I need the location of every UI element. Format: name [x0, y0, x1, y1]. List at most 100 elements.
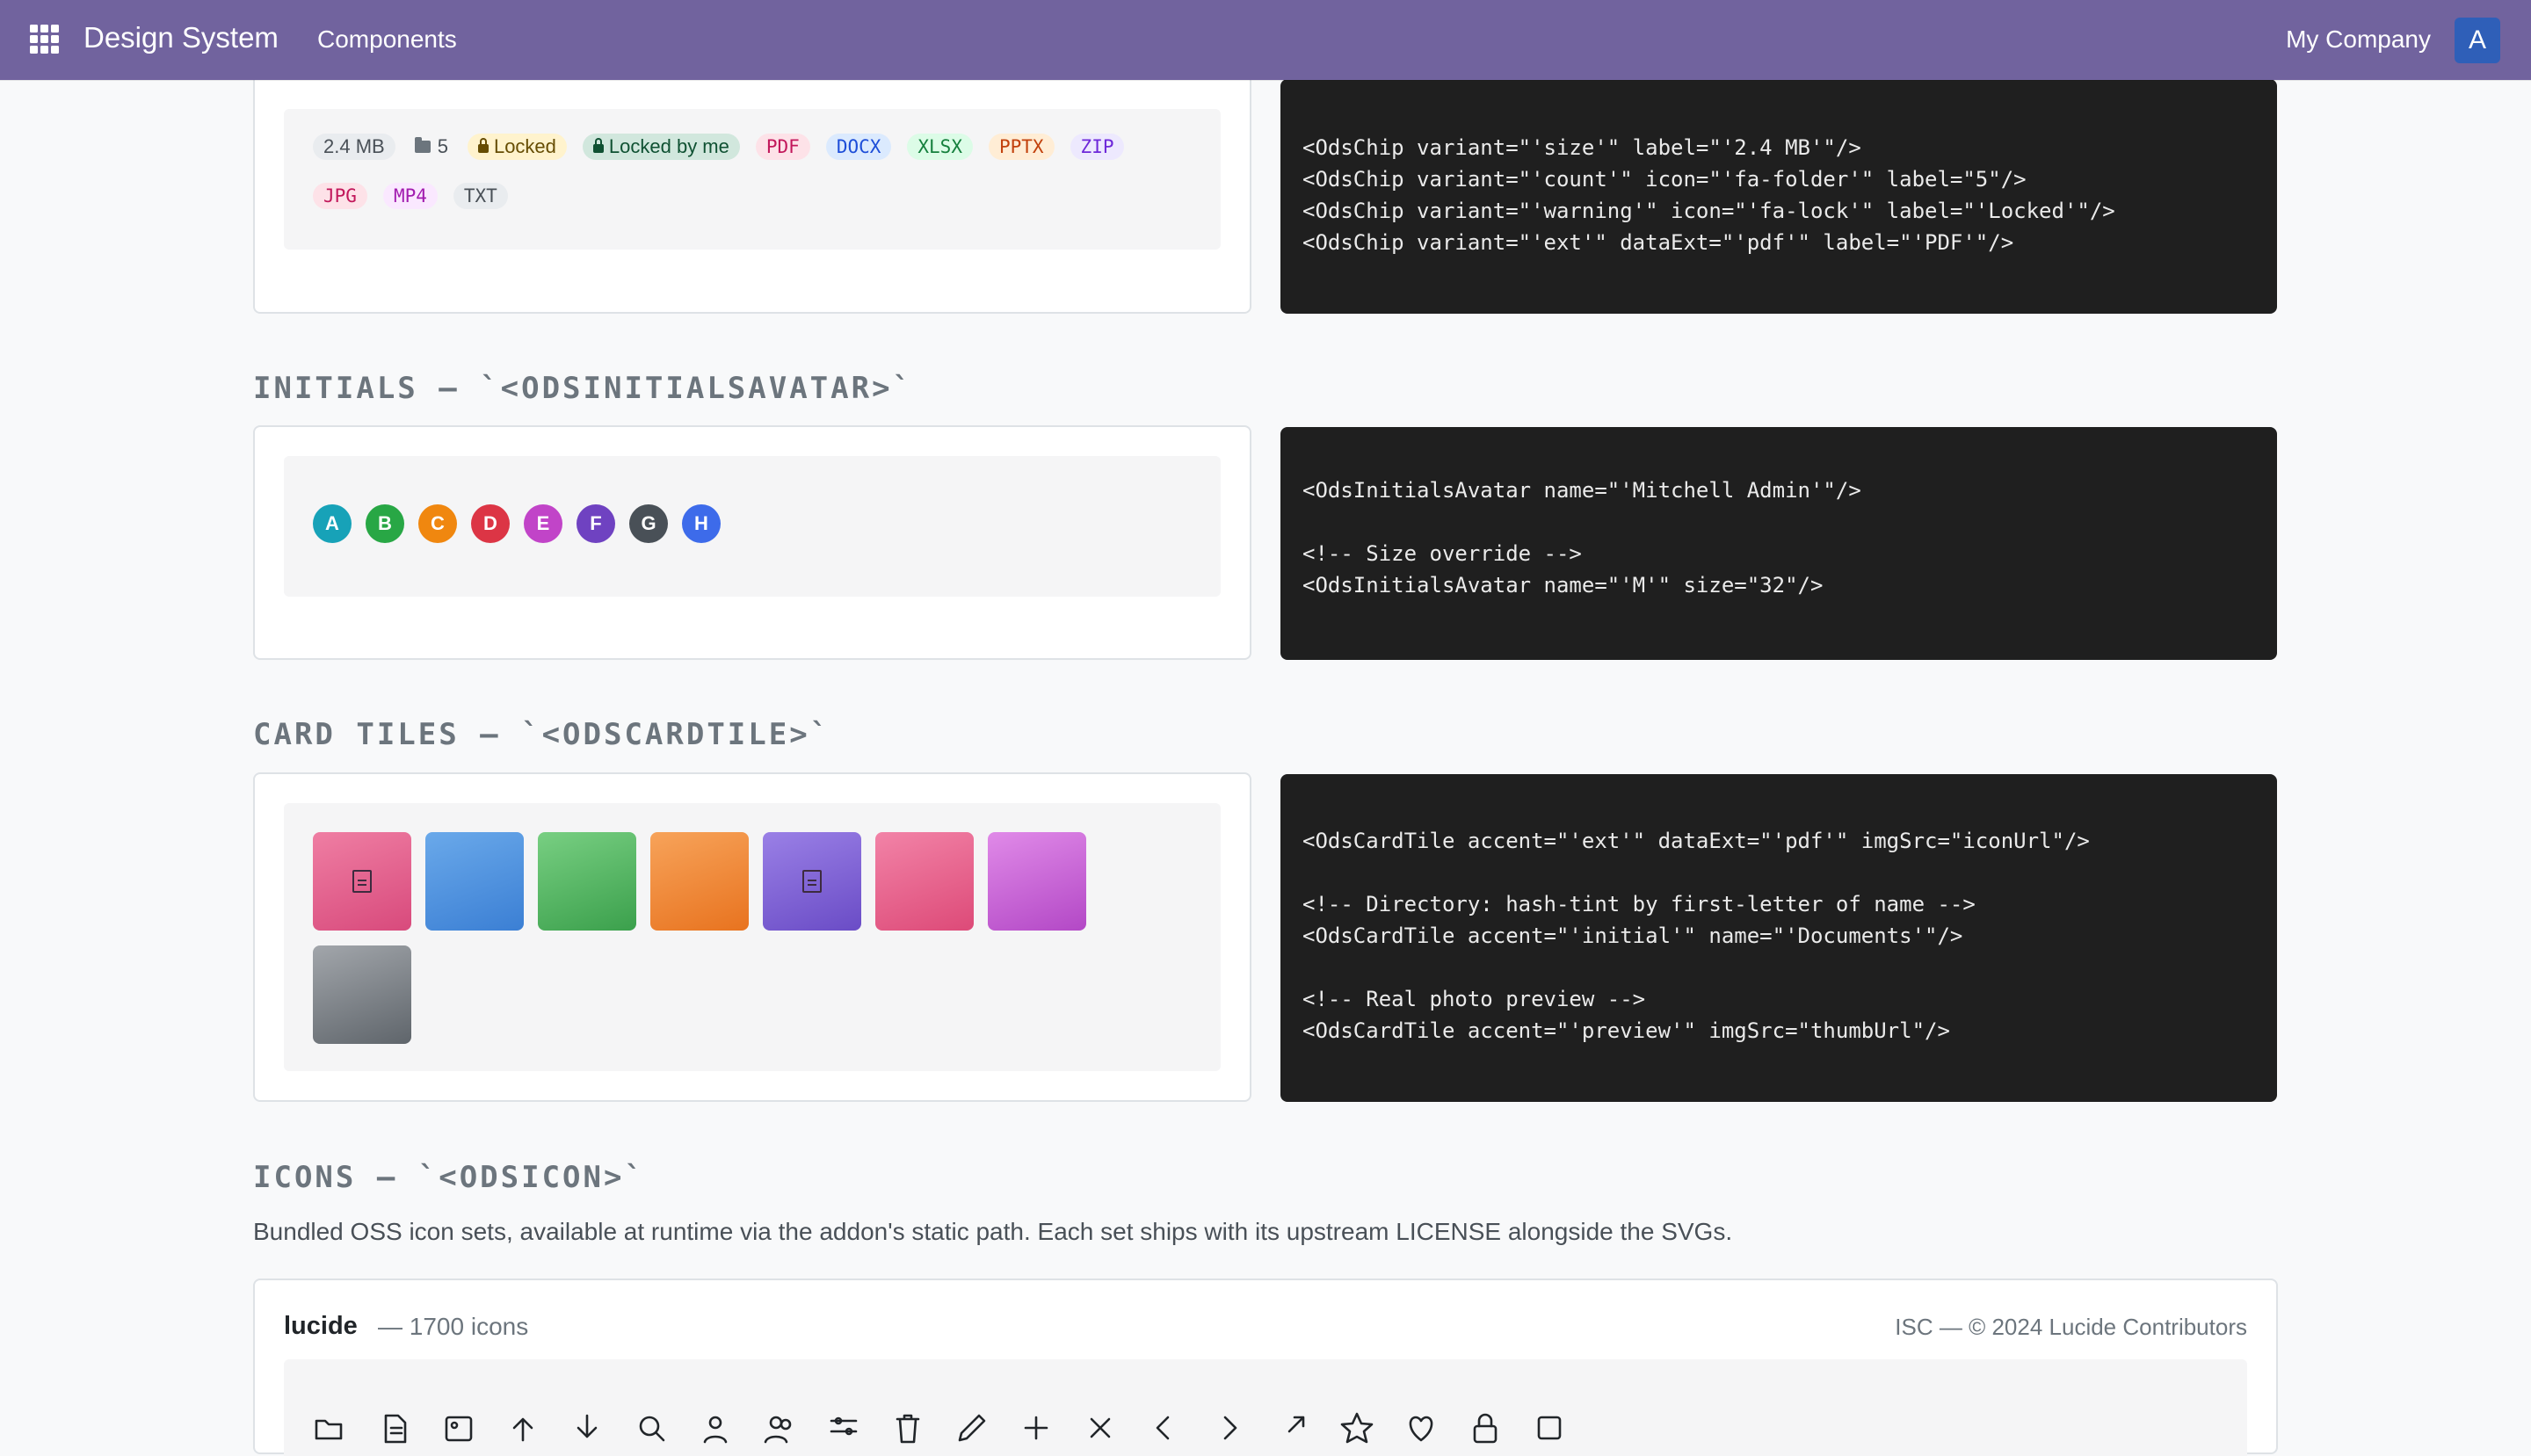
card-tile[interactable]	[988, 832, 1086, 931]
initials-avatar: D	[471, 504, 510, 543]
warning-chip: Locked	[467, 134, 567, 160]
user-icon[interactable]	[698, 1410, 733, 1445]
chip-label: MP4	[393, 185, 427, 206]
x-icon[interactable]	[1083, 1410, 1118, 1445]
external-link-icon[interactable]	[1275, 1410, 1310, 1445]
ext-chip: MP4	[382, 183, 438, 209]
chips-code-block: <OdsChip variant="'size'" label="'2.4 MB…	[1280, 79, 2277, 314]
chip-label: PPTX	[998, 136, 1044, 157]
user-avatar[interactable]: A	[2455, 18, 2500, 63]
icon-strip	[284, 1359, 2247, 1456]
chips-demo-area: 2.4 MB 5 Locked Locked by me PDF DOCX XLSX PPTX…	[284, 109, 1221, 250]
code-line: <OdsInitialsAvatar name="'M'" size="32"/…	[1302, 573, 1824, 598]
pencil-icon[interactable]	[954, 1410, 990, 1445]
chip-label: Locked	[493, 135, 556, 157]
card-tile[interactable]	[313, 832, 411, 931]
folder-icon	[414, 137, 431, 153]
card-tile[interactable]	[650, 832, 749, 931]
lock-icon[interactable]	[1468, 1410, 1503, 1445]
ext-chip: DOCX	[825, 134, 892, 160]
code-line: <OdsChip variant="'warning'" icon="'fa-l…	[1302, 199, 2115, 223]
code-line: <OdsCardTile accent="'initial'" name="'D…	[1302, 924, 1963, 948]
cardtiles-demo-card	[253, 772, 1251, 1102]
initials-avatar: H	[682, 504, 721, 543]
ext-chip: ZIP	[1070, 134, 1125, 160]
initials-code-block: <OdsInitialsAvatar name="'Mitchell Admin…	[1280, 427, 2277, 660]
file-icon	[802, 870, 822, 893]
chip-label: 2.4 MB	[323, 135, 385, 157]
sliders-icon[interactable]	[826, 1410, 861, 1445]
chevron-left-icon[interactable]	[1147, 1410, 1182, 1445]
initials-avatar: A	[313, 504, 352, 543]
icon-set-license: ISC — © 2024 Lucide Contributors	[1895, 1314, 2247, 1340]
chip-label: JPG	[323, 185, 357, 206]
section-title-card-tiles: CARD TILES — `<ODSCARDTILE>`	[253, 717, 831, 752]
initials-avatar: G	[629, 504, 668, 543]
pdf-file-icon	[352, 870, 372, 893]
trash-icon[interactable]	[890, 1410, 925, 1445]
initials-avatar: F	[577, 504, 615, 543]
initials-avatar: C	[418, 504, 457, 543]
icon-set-name: lucide	[284, 1312, 358, 1340]
chip-label: Locked by me	[608, 135, 729, 157]
arrow-down-icon[interactable]	[569, 1410, 605, 1445]
icon-set-count: — 1700 icons	[378, 1313, 529, 1340]
nav-components[interactable]: Components	[317, 25, 457, 54]
folder-open-icon[interactable]	[313, 1410, 348, 1445]
file-text-icon[interactable]	[377, 1410, 412, 1445]
heart-icon[interactable]	[1403, 1410, 1439, 1445]
card-tile[interactable]	[538, 832, 636, 931]
code-line: <!-- Size override -->	[1302, 541, 1582, 566]
icon-row	[313, 1410, 1567, 1445]
chip-label: ZIP	[1080, 136, 1114, 157]
chip-label: PDF	[765, 136, 800, 157]
ext-chip: JPG	[313, 183, 367, 209]
section-title-initials: INITIALS — `<ODSINITIALSAVATAR>`	[253, 371, 914, 406]
chip-label: DOCX	[836, 136, 881, 157]
icon-set-card-lucide: lucide — 1700 icons ISC — © 2024 Lucide …	[253, 1279, 2278, 1456]
ext-chip: TXT	[453, 183, 508, 209]
brand-title[interactable]: Design System	[83, 21, 279, 54]
initials-avatar: B	[366, 504, 404, 543]
code-line: <!-- Directory: hash-tint by first-lette…	[1302, 892, 1976, 916]
top-navbar: Design System Components My Company A	[0, 0, 2531, 80]
lock-icon	[592, 138, 604, 153]
square-icon[interactable]	[1532, 1410, 1567, 1445]
card-tile[interactable]	[875, 832, 974, 931]
ext-chip: PPTX	[988, 134, 1055, 160]
code-line: <OdsCardTile accent="'preview'" imgSrc="…	[1302, 1018, 1950, 1043]
code-line: <OdsChip variant="'count'" icon="'fa-fol…	[1302, 167, 2027, 192]
initials-avatar: E	[524, 504, 562, 543]
chevron-right-icon[interactable]	[1211, 1410, 1246, 1445]
lock-icon	[477, 138, 489, 153]
apps-grid-icon[interactable]	[30, 25, 62, 56]
code-line: <OdsInitialsAvatar name="'Mitchell Admin…	[1302, 478, 1861, 503]
icons-description: Bundled OSS icon sets, available at runt…	[253, 1218, 1733, 1245]
search-icon[interactable]	[634, 1410, 669, 1445]
count-chip: 5	[411, 134, 452, 160]
chip-label: TXT	[463, 185, 497, 206]
code-line: <!-- Real photo preview -->	[1302, 987, 1646, 1011]
initials-demo-area: ABCDEFGH	[284, 456, 1221, 597]
chips-row: 2.4 MB 5 Locked Locked by me PDF DOCX XLSX PPTX…	[313, 134, 1125, 160]
ext-chip: PDF	[755, 134, 810, 160]
card-tile[interactable]	[763, 832, 861, 931]
code-line: <OdsChip variant="'ext'" dataExt="'pdf'"…	[1302, 230, 2014, 255]
company-switcher[interactable]: My Company	[2286, 25, 2431, 54]
code-line: <OdsChip variant="'size'" label="'2.4 MB…	[1302, 135, 1861, 160]
chips-demo-card: 2.4 MB 5 Locked Locked by me PDF DOCX XLSX PPTX…	[253, 53, 1251, 314]
card-tile[interactable]	[313, 945, 411, 1044]
image-icon[interactable]	[441, 1410, 476, 1445]
ext-chip: XLSX	[907, 134, 973, 160]
users-icon[interactable]	[762, 1410, 797, 1445]
code-line: <OdsCardTile accent="'ext'" dataExt="'pd…	[1302, 829, 2090, 853]
star-icon[interactable]	[1339, 1410, 1374, 1445]
section-title-icons: ICONS — `<ODSICON>`	[253, 1160, 645, 1195]
arrow-up-icon[interactable]	[505, 1410, 540, 1445]
card-tile[interactable]	[425, 832, 524, 931]
plus-icon[interactable]	[1019, 1410, 1054, 1445]
chip-label: XLSX	[917, 136, 962, 157]
